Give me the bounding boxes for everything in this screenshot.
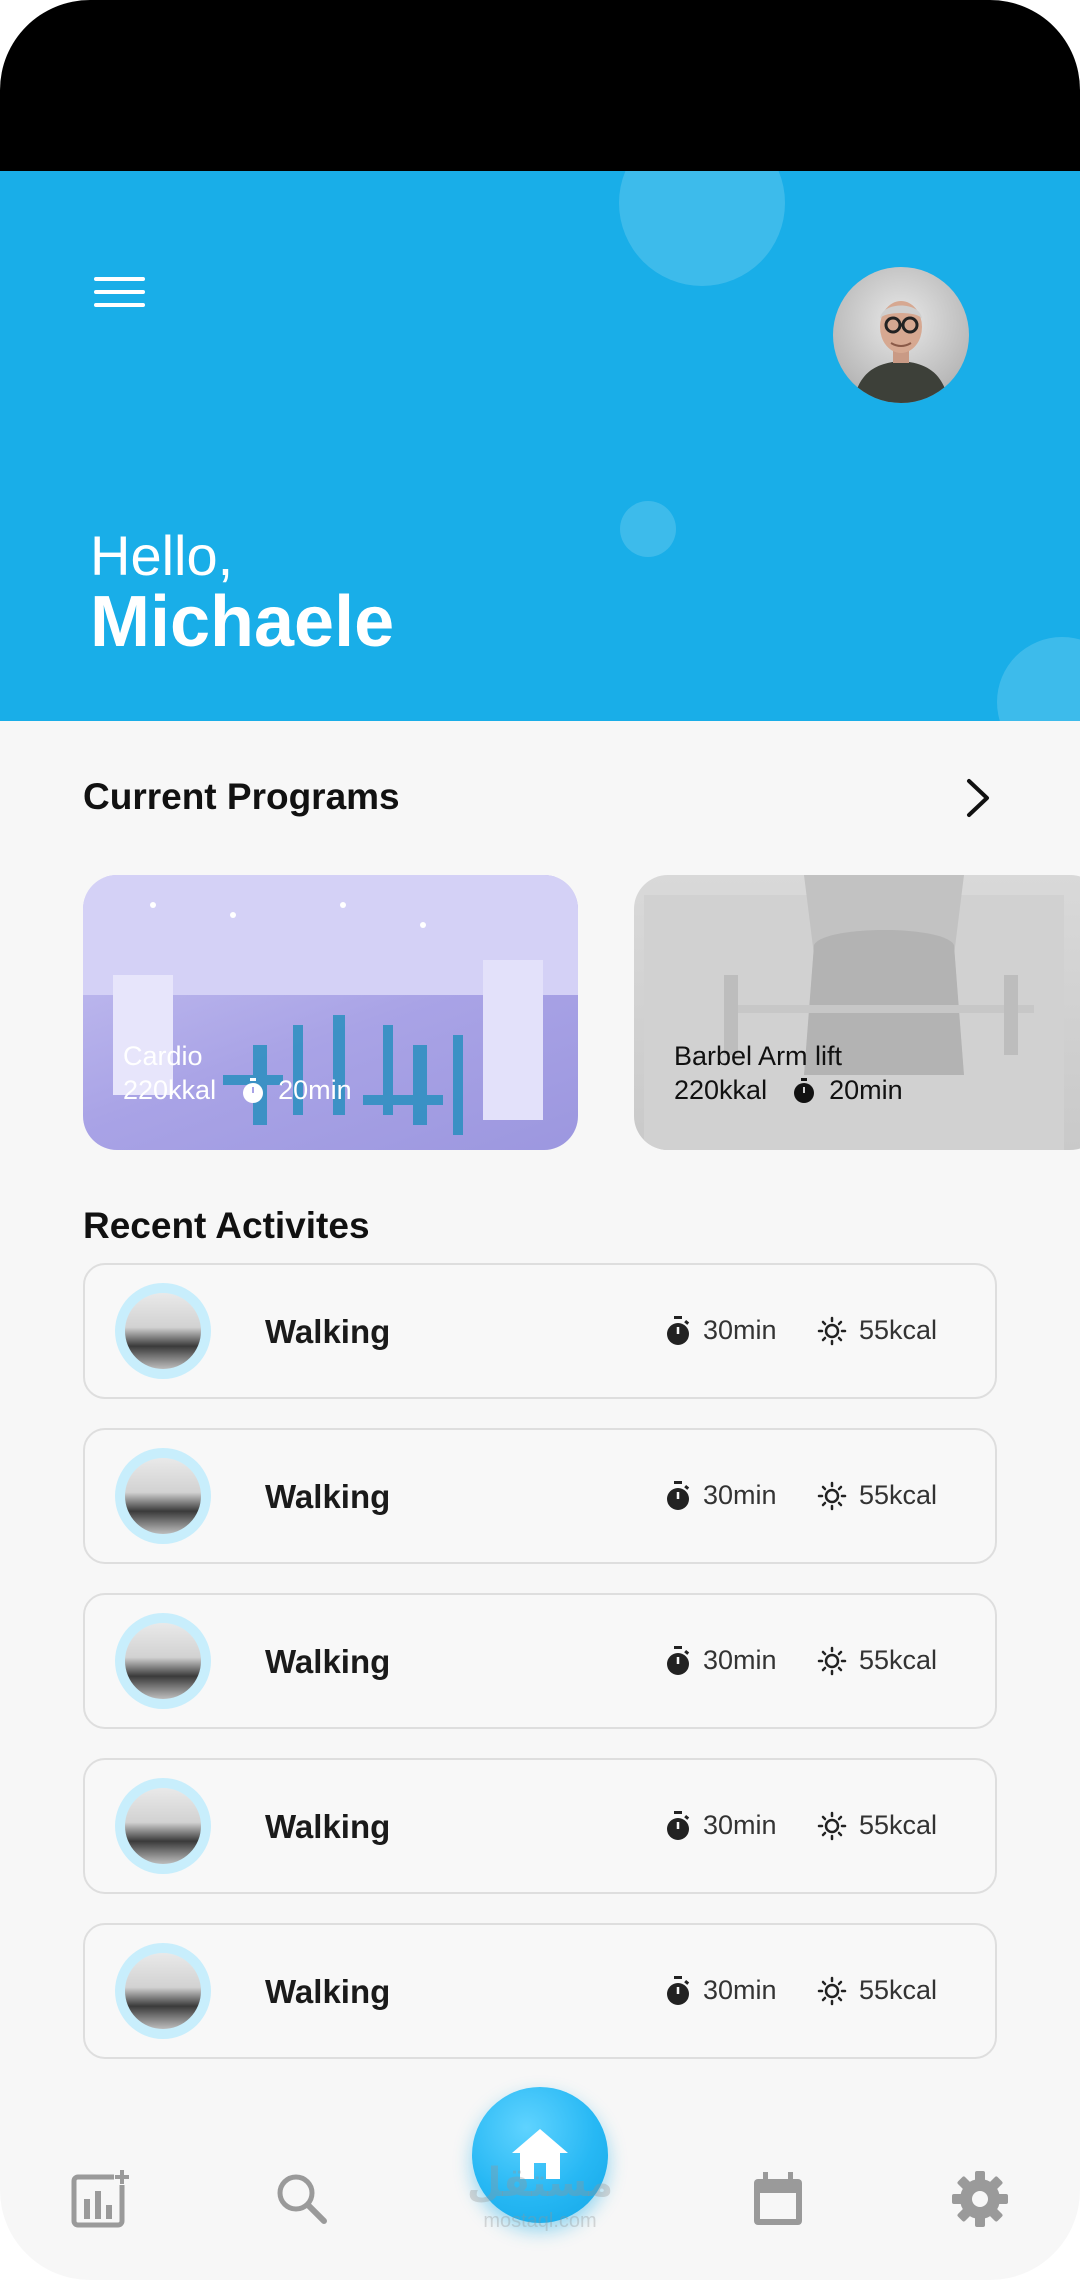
activity-calories: 55kcal (817, 1975, 937, 2006)
duration-value: 30min (703, 1480, 777, 1510)
activity-duration: 30min (665, 1810, 777, 1841)
activity-name: Walking (265, 1478, 391, 1515)
phone-frame: Hello, Michaele Current Programs Cardio … (0, 0, 1080, 2280)
activity-thumbnail (115, 1283, 211, 1379)
stopwatch-icon (667, 1810, 690, 1840)
stopwatch-icon (667, 1645, 690, 1675)
program-duration: 20min (278, 1075, 352, 1105)
calories-value: 55kcal (859, 1975, 938, 2005)
stopwatch-icon (667, 1975, 690, 2005)
activity-thumbnail (115, 1613, 211, 1709)
activity-thumbnail (115, 1778, 211, 1874)
duration-value: 30min (703, 1315, 777, 1345)
activity-thumbnail (115, 1943, 211, 2039)
sun-icon (817, 1811, 847, 1840)
sun-icon (817, 1976, 847, 2005)
decor-bubble (620, 501, 676, 557)
activity-thumbnail (115, 1448, 211, 1544)
duration-value: 30min (703, 1810, 777, 1840)
chevron-right-icon[interactable] (958, 776, 998, 820)
activity-row[interactable]: Walking 30min 55kcal (83, 1428, 997, 1564)
activity-duration: 30min (665, 1645, 777, 1676)
program-meta: 220kkal 20min (674, 1075, 903, 1106)
activity-calories: 55kcal (817, 1810, 937, 1841)
program-title: Barbel Arm lift (674, 1041, 843, 1071)
activity-calories: 55kcal (817, 1645, 937, 1676)
duration-value: 30min (703, 1645, 777, 1675)
watermark-latin: mostaql.com (483, 2210, 597, 2232)
status-bar (0, 0, 1080, 171)
user-name: Michaele (90, 582, 395, 662)
activity-name: Walking (265, 1643, 391, 1680)
gym-image (83, 875, 578, 1135)
activity-duration: 30min (665, 1315, 777, 1346)
sun-icon (817, 1481, 847, 1510)
current-programs-title: Current Programs (83, 776, 400, 817)
header: Hello, Michaele (0, 171, 1080, 721)
activity-row[interactable]: Walking 30min 55kcal (83, 1923, 997, 2059)
program-calories: 220kkal (123, 1075, 217, 1105)
athlete-image (644, 875, 1064, 1150)
decor-bubble (619, 171, 785, 286)
activity-row[interactable]: Walking 30min 55kcal (83, 1593, 997, 1729)
program-title: Cardio (123, 1041, 203, 1071)
calories-value: 55kcal (859, 1315, 938, 1345)
program-meta: 220kkal 20min (123, 1075, 352, 1106)
person-portrait (853, 301, 949, 403)
calories-value: 55kcal (859, 1645, 938, 1675)
activity-name: Walking (265, 1973, 391, 2010)
menu-icon[interactable] (94, 274, 148, 314)
activity-duration: 30min (665, 1480, 777, 1511)
avatar[interactable] (833, 267, 969, 403)
activity-name: Walking (265, 1808, 391, 1845)
watermark-arabic: مستقل (466, 2161, 614, 2205)
sun-icon (817, 1646, 847, 1675)
activity-duration: 30min (665, 1975, 777, 2006)
recent-activities-title: Recent Activites (83, 1205, 370, 1246)
stopwatch-icon (667, 1315, 690, 1345)
calories-value: 55kcal (859, 1480, 938, 1510)
activity-calories: 55kcal (817, 1315, 937, 1346)
activity-row[interactable]: Walking 30min 55kcal (83, 1263, 997, 1399)
program-card-barbel-arm-lift[interactable]: Barbel Arm lift 220kkal 20min (634, 875, 1080, 1150)
stopwatch-icon (794, 1077, 815, 1103)
sun-icon (817, 1316, 847, 1345)
activity-row[interactable]: Walking 30min 55kcal (83, 1758, 997, 1894)
activity-name: Walking (265, 1313, 391, 1350)
calories-value: 55kcal (859, 1810, 938, 1840)
stopwatch-icon (667, 1480, 690, 1510)
program-duration: 20min (829, 1075, 903, 1105)
program-calories: 220kkal (674, 1075, 768, 1105)
decor-bubble (997, 637, 1080, 721)
duration-value: 30min (703, 1975, 777, 2005)
activity-calories: 55kcal (817, 1480, 937, 1511)
stopwatch-icon (243, 1077, 264, 1103)
program-card-cardio[interactable]: Cardio 220kkal 20min (83, 875, 578, 1150)
greeting: Hello, (90, 524, 234, 587)
